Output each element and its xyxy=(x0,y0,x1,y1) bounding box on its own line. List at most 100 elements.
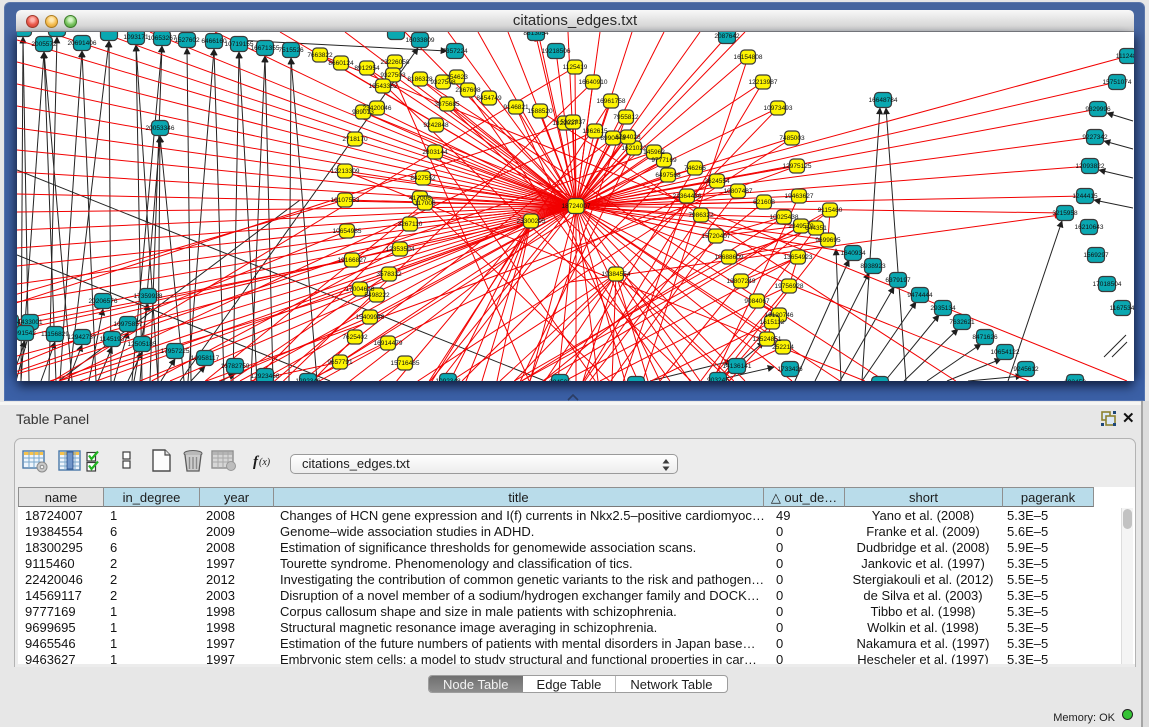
svg-text:7955812: 7955812 xyxy=(613,114,639,121)
svg-text:1615112: 1615112 xyxy=(760,319,785,326)
svg-text:17359928: 17359928 xyxy=(134,293,163,300)
svg-text:16648784: 16648784 xyxy=(869,97,898,104)
svg-text:18807249: 18807249 xyxy=(727,278,756,285)
svg-text:984506: 984506 xyxy=(549,379,571,381)
svg-text:14136141: 14136141 xyxy=(723,363,752,370)
svg-text:621608: 621608 xyxy=(753,199,775,206)
svg-text:2718170: 2718170 xyxy=(342,136,368,143)
svg-text:19384554: 19384554 xyxy=(602,271,631,278)
svg-text:19218506: 19218506 xyxy=(542,48,571,55)
svg-text:13524851: 13524851 xyxy=(753,336,782,343)
svg-text:8660124: 8660124 xyxy=(328,60,354,67)
svg-text:117006: 117006 xyxy=(414,200,436,207)
svg-text:7663822: 7663822 xyxy=(307,52,333,59)
svg-text:12353594: 12353594 xyxy=(386,246,415,253)
svg-text:10025438: 10025438 xyxy=(770,214,799,221)
svg-text:8813054: 8813054 xyxy=(523,32,549,37)
svg-text:8990448: 8990448 xyxy=(600,135,626,142)
svg-text:9699695: 9699695 xyxy=(815,237,841,244)
svg-text:7625402: 7625402 xyxy=(342,334,368,341)
svg-text:9242848: 9242848 xyxy=(423,122,449,129)
svg-text:7357224: 7357224 xyxy=(442,48,468,55)
svg-text:1167534: 1167534 xyxy=(1110,305,1134,312)
svg-text:192450: 192450 xyxy=(1064,379,1086,381)
svg-text:746266: 746266 xyxy=(684,165,706,172)
svg-text:10654122: 10654122 xyxy=(991,349,1020,356)
svg-text:9146821: 9146821 xyxy=(503,104,529,111)
svg-text:2087642: 2087642 xyxy=(714,33,740,40)
svg-text:1733426: 1733426 xyxy=(777,366,803,373)
svg-text:1362615: 1362615 xyxy=(582,128,608,135)
svg-text:16107553: 16107553 xyxy=(331,197,360,204)
svg-text:1093171: 1093171 xyxy=(123,34,149,41)
svg-text:2005572: 2005572 xyxy=(31,41,57,48)
svg-text:16782759: 16782759 xyxy=(221,363,250,370)
svg-text:7485003: 7485003 xyxy=(779,135,805,142)
svg-text:6466160: 6466160 xyxy=(201,38,227,45)
svg-text:1092348: 1092348 xyxy=(435,378,461,381)
svg-text:11156829: 11156829 xyxy=(41,331,69,338)
svg-text:9329996: 9329996 xyxy=(1085,106,1111,113)
svg-text:1527602: 1527602 xyxy=(174,37,200,44)
svg-text:1588520: 1588520 xyxy=(527,108,553,115)
svg-text:252214: 252214 xyxy=(772,344,794,351)
svg-text:19463627: 19463627 xyxy=(785,193,814,200)
svg-text:23300295: 23300295 xyxy=(517,218,546,225)
svg-text:16033809: 16033809 xyxy=(406,37,435,44)
svg-text:16210643: 16210643 xyxy=(1075,224,1104,231)
svg-text:10688609: 10688609 xyxy=(715,254,744,261)
svg-text:5322037: 5322037 xyxy=(560,119,586,126)
svg-text:15409948: 15409948 xyxy=(356,314,385,321)
svg-text:6497568: 6497568 xyxy=(655,172,681,179)
svg-text:(x): (x) xyxy=(259,457,271,468)
svg-text:16543382: 16543382 xyxy=(369,83,398,90)
svg-text:8471626: 8471626 xyxy=(972,334,998,341)
svg-text:1433001: 1433001 xyxy=(17,319,43,326)
svg-text:9657791: 9657791 xyxy=(327,359,353,366)
svg-text:2935134: 2935134 xyxy=(930,305,956,312)
svg-text:1569297: 1569297 xyxy=(1083,252,1109,259)
svg-text:10958117: 10958117 xyxy=(191,355,220,362)
svg-text:3267110: 3267110 xyxy=(398,221,423,228)
svg-text:19166827: 19166827 xyxy=(338,257,367,264)
svg-text:1125419: 1125419 xyxy=(563,64,588,71)
svg-text:1244415: 1244415 xyxy=(1072,193,1098,200)
svg-text:23226058: 23226058 xyxy=(381,59,410,66)
svg-text:9327503: 9327503 xyxy=(380,72,406,79)
svg-text:8454749: 8454749 xyxy=(476,95,502,102)
svg-text:20053346: 20053346 xyxy=(146,125,175,132)
svg-text:1292346: 1292346 xyxy=(295,378,321,381)
svg-text:10975857: 10975857 xyxy=(114,321,143,328)
svg-text:10654985: 10654985 xyxy=(333,228,362,235)
svg-text:991542: 991542 xyxy=(17,330,36,337)
svg-text:16120746: 16120746 xyxy=(765,312,794,319)
svg-text:9474444: 9474444 xyxy=(907,292,933,299)
svg-text:154623: 154623 xyxy=(446,74,468,81)
svg-text:1145193: 1145193 xyxy=(100,336,125,343)
svg-text:17957225: 17957225 xyxy=(161,348,190,355)
svg-text:19756928: 19756928 xyxy=(775,283,804,290)
svg-text:12505185: 12505185 xyxy=(128,341,157,348)
svg-text:6379197: 6379197 xyxy=(885,277,911,284)
svg-text:2803144: 2803144 xyxy=(422,149,448,156)
svg-text:16961758: 16961758 xyxy=(597,98,626,105)
svg-text:13654923: 13654923 xyxy=(784,254,813,261)
svg-text:20206576: 20206576 xyxy=(89,298,118,305)
svg-text:1640934: 1640934 xyxy=(840,250,866,257)
svg-text:3624554: 3624554 xyxy=(704,178,730,185)
svg-text:9115460: 9115460 xyxy=(818,207,843,214)
svg-text:3578332: 3578332 xyxy=(376,271,402,278)
svg-text:2367608: 2367608 xyxy=(455,87,481,94)
svg-text:8912954: 8912954 xyxy=(354,65,380,72)
svg-text:644351: 644351 xyxy=(805,225,827,232)
svg-text:16640910: 16640910 xyxy=(579,79,608,86)
svg-text:20691406: 20691406 xyxy=(68,40,97,47)
svg-text:12093822: 12093822 xyxy=(1076,163,1105,170)
svg-text:17018504: 17018504 xyxy=(1093,281,1122,288)
svg-text:12975125: 12975125 xyxy=(783,163,812,170)
svg-text:16914479: 16914479 xyxy=(374,340,403,347)
svg-text:21364436: 21364436 xyxy=(673,193,702,200)
svg-text:16154808: 16154808 xyxy=(734,54,763,61)
svg-text:10973493: 10973493 xyxy=(764,105,793,112)
svg-text:903245: 903245 xyxy=(707,377,729,381)
